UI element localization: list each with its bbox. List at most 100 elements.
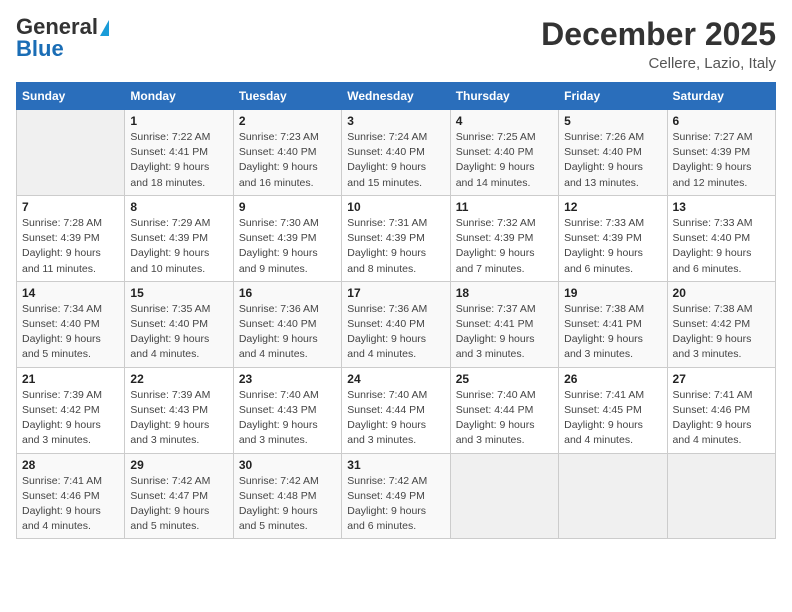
day-number: 16 (239, 286, 336, 300)
calendar-cell: 26 Sunrise: 7:41 AM Sunset: 4:45 PM Dayli… (559, 367, 667, 453)
calendar-cell: 17 Sunrise: 7:36 AM Sunset: 4:40 PM Dayli… (342, 281, 450, 367)
day-detail: Sunrise: 7:40 AM Sunset: 4:44 PM Dayligh… (456, 388, 553, 449)
calendar-cell: 4 Sunrise: 7:25 AM Sunset: 4:40 PM Daylig… (450, 110, 558, 196)
day-detail: Sunrise: 7:41 AM Sunset: 4:46 PM Dayligh… (22, 474, 119, 535)
day-number: 27 (673, 372, 770, 386)
calendar-week-3: 14 Sunrise: 7:34 AM Sunset: 4:40 PM Dayli… (17, 281, 776, 367)
day-header-saturday: Saturday (667, 83, 775, 110)
day-detail: Sunrise: 7:40 AM Sunset: 4:43 PM Dayligh… (239, 388, 336, 449)
calendar-cell: 27 Sunrise: 7:41 AM Sunset: 4:46 PM Dayli… (667, 367, 775, 453)
day-detail: Sunrise: 7:36 AM Sunset: 4:40 PM Dayligh… (239, 302, 336, 363)
calendar-cell: 11Sunrise: 7:32 AM Sunset: 4:39 PM Dayli… (450, 195, 558, 281)
day-number: 21 (22, 372, 119, 386)
calendar-cell: 13Sunrise: 7:33 AM Sunset: 4:40 PM Dayli… (667, 195, 775, 281)
day-number: 30 (239, 458, 336, 472)
calendar-cell: 22Sunrise: 7:39 AM Sunset: 4:43 PM Dayli… (125, 367, 233, 453)
calendar-cell: 29 Sunrise: 7:42 AM Sunset: 4:47 PM Dayli… (125, 453, 233, 539)
day-number: 26 (564, 372, 661, 386)
day-number: 4 (456, 114, 553, 128)
day-detail: Sunrise: 7:24 AM Sunset: 4:40 PM Dayligh… (347, 130, 444, 191)
calendar-cell: 31Sunrise: 7:42 AM Sunset: 4:49 PM Dayli… (342, 453, 450, 539)
day-number: 9 (239, 200, 336, 214)
day-detail: Sunrise: 7:35 AM Sunset: 4:40 PM Dayligh… (130, 302, 227, 363)
day-detail: Sunrise: 7:41 AM Sunset: 4:46 PM Dayligh… (673, 388, 770, 449)
calendar-cell (450, 453, 558, 539)
calendar-cell: 6 Sunrise: 7:27 AM Sunset: 4:39 PM Daylig… (667, 110, 775, 196)
day-detail: Sunrise: 7:36 AM Sunset: 4:40 PM Dayligh… (347, 302, 444, 363)
page-header: General Blue December 2025 Cellere, Lazi… (16, 16, 776, 72)
day-number: 28 (22, 458, 119, 472)
day-detail: Sunrise: 7:23 AM Sunset: 4:40 PM Dayligh… (239, 130, 336, 191)
calendar-cell: 20 Sunrise: 7:38 AM Sunset: 4:42 PM Dayli… (667, 281, 775, 367)
day-number: 20 (673, 286, 770, 300)
day-detail: Sunrise: 7:41 AM Sunset: 4:45 PM Dayligh… (564, 388, 661, 449)
day-detail: Sunrise: 7:39 AM Sunset: 4:43 PM Dayligh… (130, 388, 227, 449)
day-number: 2 (239, 114, 336, 128)
day-number: 25 (456, 372, 553, 386)
calendar-cell: 1 Sunrise: 7:22 AM Sunset: 4:41 PM Daylig… (125, 110, 233, 196)
logo-text: General (16, 16, 109, 38)
day-detail: Sunrise: 7:39 AM Sunset: 4:42 PM Dayligh… (22, 388, 119, 449)
calendar-cell: 21 Sunrise: 7:39 AM Sunset: 4:42 PM Dayli… (17, 367, 125, 453)
day-header-sunday: Sunday (17, 83, 125, 110)
calendar-cell: 7Sunrise: 7:28 AM Sunset: 4:39 PM Daylig… (17, 195, 125, 281)
day-header-wednesday: Wednesday (342, 83, 450, 110)
calendar-cell: 25 Sunrise: 7:40 AM Sunset: 4:44 PM Dayli… (450, 367, 558, 453)
day-detail: Sunrise: 7:34 AM Sunset: 4:40 PM Dayligh… (22, 302, 119, 363)
calendar-cell: 9 Sunrise: 7:30 AM Sunset: 4:39 PM Daylig… (233, 195, 341, 281)
day-detail: Sunrise: 7:31 AM Sunset: 4:39 PM Dayligh… (347, 216, 444, 277)
day-detail: Sunrise: 7:38 AM Sunset: 4:42 PM Dayligh… (673, 302, 770, 363)
calendar-cell: 19Sunrise: 7:38 AM Sunset: 4:41 PM Dayli… (559, 281, 667, 367)
day-number: 31 (347, 458, 444, 472)
day-header-tuesday: Tuesday (233, 83, 341, 110)
day-number: 5 (564, 114, 661, 128)
day-detail: Sunrise: 7:30 AM Sunset: 4:39 PM Dayligh… (239, 216, 336, 277)
calendar-body: 1 Sunrise: 7:22 AM Sunset: 4:41 PM Daylig… (17, 110, 776, 539)
calendar-cell: 12 Sunrise: 7:33 AM Sunset: 4:39 PM Dayli… (559, 195, 667, 281)
day-number: 23 (239, 372, 336, 386)
day-number: 29 (130, 458, 227, 472)
day-detail: Sunrise: 7:22 AM Sunset: 4:41 PM Dayligh… (130, 130, 227, 191)
day-detail: Sunrise: 7:27 AM Sunset: 4:39 PM Dayligh… (673, 130, 770, 191)
calendar-cell (17, 110, 125, 196)
calendar-cell: 18Sunrise: 7:37 AM Sunset: 4:41 PM Dayli… (450, 281, 558, 367)
calendar-cell: 15 Sunrise: 7:35 AM Sunset: 4:40 PM Dayli… (125, 281, 233, 367)
day-number: 15 (130, 286, 227, 300)
month-title: December 2025 (541, 16, 776, 53)
day-detail: Sunrise: 7:38 AM Sunset: 4:41 PM Dayligh… (564, 302, 661, 363)
calendar-week-2: 7Sunrise: 7:28 AM Sunset: 4:39 PM Daylig… (17, 195, 776, 281)
day-number: 17 (347, 286, 444, 300)
day-detail: Sunrise: 7:37 AM Sunset: 4:41 PM Dayligh… (456, 302, 553, 363)
calendar-cell: 10 Sunrise: 7:31 AM Sunset: 4:39 PM Dayli… (342, 195, 450, 281)
calendar-week-5: 28 Sunrise: 7:41 AM Sunset: 4:46 PM Dayli… (17, 453, 776, 539)
calendar-table: SundayMondayTuesdayWednesdayThursdayFrid… (16, 82, 776, 539)
location: Cellere, Lazio, Italy (541, 55, 776, 72)
day-number: 6 (673, 114, 770, 128)
day-detail: Sunrise: 7:33 AM Sunset: 4:39 PM Dayligh… (564, 216, 661, 277)
calendar-week-1: 1 Sunrise: 7:22 AM Sunset: 4:41 PM Daylig… (17, 110, 776, 196)
calendar-cell: 14 Sunrise: 7:34 AM Sunset: 4:40 PM Dayli… (17, 281, 125, 367)
day-number: 3 (347, 114, 444, 128)
day-detail: Sunrise: 7:32 AM Sunset: 4:39 PM Dayligh… (456, 216, 553, 277)
day-detail: Sunrise: 7:40 AM Sunset: 4:44 PM Dayligh… (347, 388, 444, 449)
calendar-cell (559, 453, 667, 539)
day-header-thursday: Thursday (450, 83, 558, 110)
day-number: 7 (22, 200, 119, 214)
logo-blue-text: Blue (16, 36, 64, 61)
day-detail: Sunrise: 7:25 AM Sunset: 4:40 PM Dayligh… (456, 130, 553, 191)
calendar-cell: 3 Sunrise: 7:24 AM Sunset: 4:40 PM Daylig… (342, 110, 450, 196)
calendar-cell: 30Sunrise: 7:42 AM Sunset: 4:48 PM Dayli… (233, 453, 341, 539)
day-number: 12 (564, 200, 661, 214)
calendar-cell: 24Sunrise: 7:40 AM Sunset: 4:44 PM Dayli… (342, 367, 450, 453)
day-detail: Sunrise: 7:26 AM Sunset: 4:40 PM Dayligh… (564, 130, 661, 191)
calendar-header-row: SundayMondayTuesdayWednesdayThursdayFrid… (17, 83, 776, 110)
day-number: 14 (22, 286, 119, 300)
day-detail: Sunrise: 7:29 AM Sunset: 4:39 PM Dayligh… (130, 216, 227, 277)
calendar-cell: 2 Sunrise: 7:23 AM Sunset: 4:40 PM Daylig… (233, 110, 341, 196)
calendar-week-4: 21 Sunrise: 7:39 AM Sunset: 4:42 PM Dayli… (17, 367, 776, 453)
day-number: 10 (347, 200, 444, 214)
calendar-cell: 16 Sunrise: 7:36 AM Sunset: 4:40 PM Dayli… (233, 281, 341, 367)
title-area: December 2025 Cellere, Lazio, Italy (541, 16, 776, 72)
day-number: 1 (130, 114, 227, 128)
day-detail: Sunrise: 7:42 AM Sunset: 4:47 PM Dayligh… (130, 474, 227, 535)
